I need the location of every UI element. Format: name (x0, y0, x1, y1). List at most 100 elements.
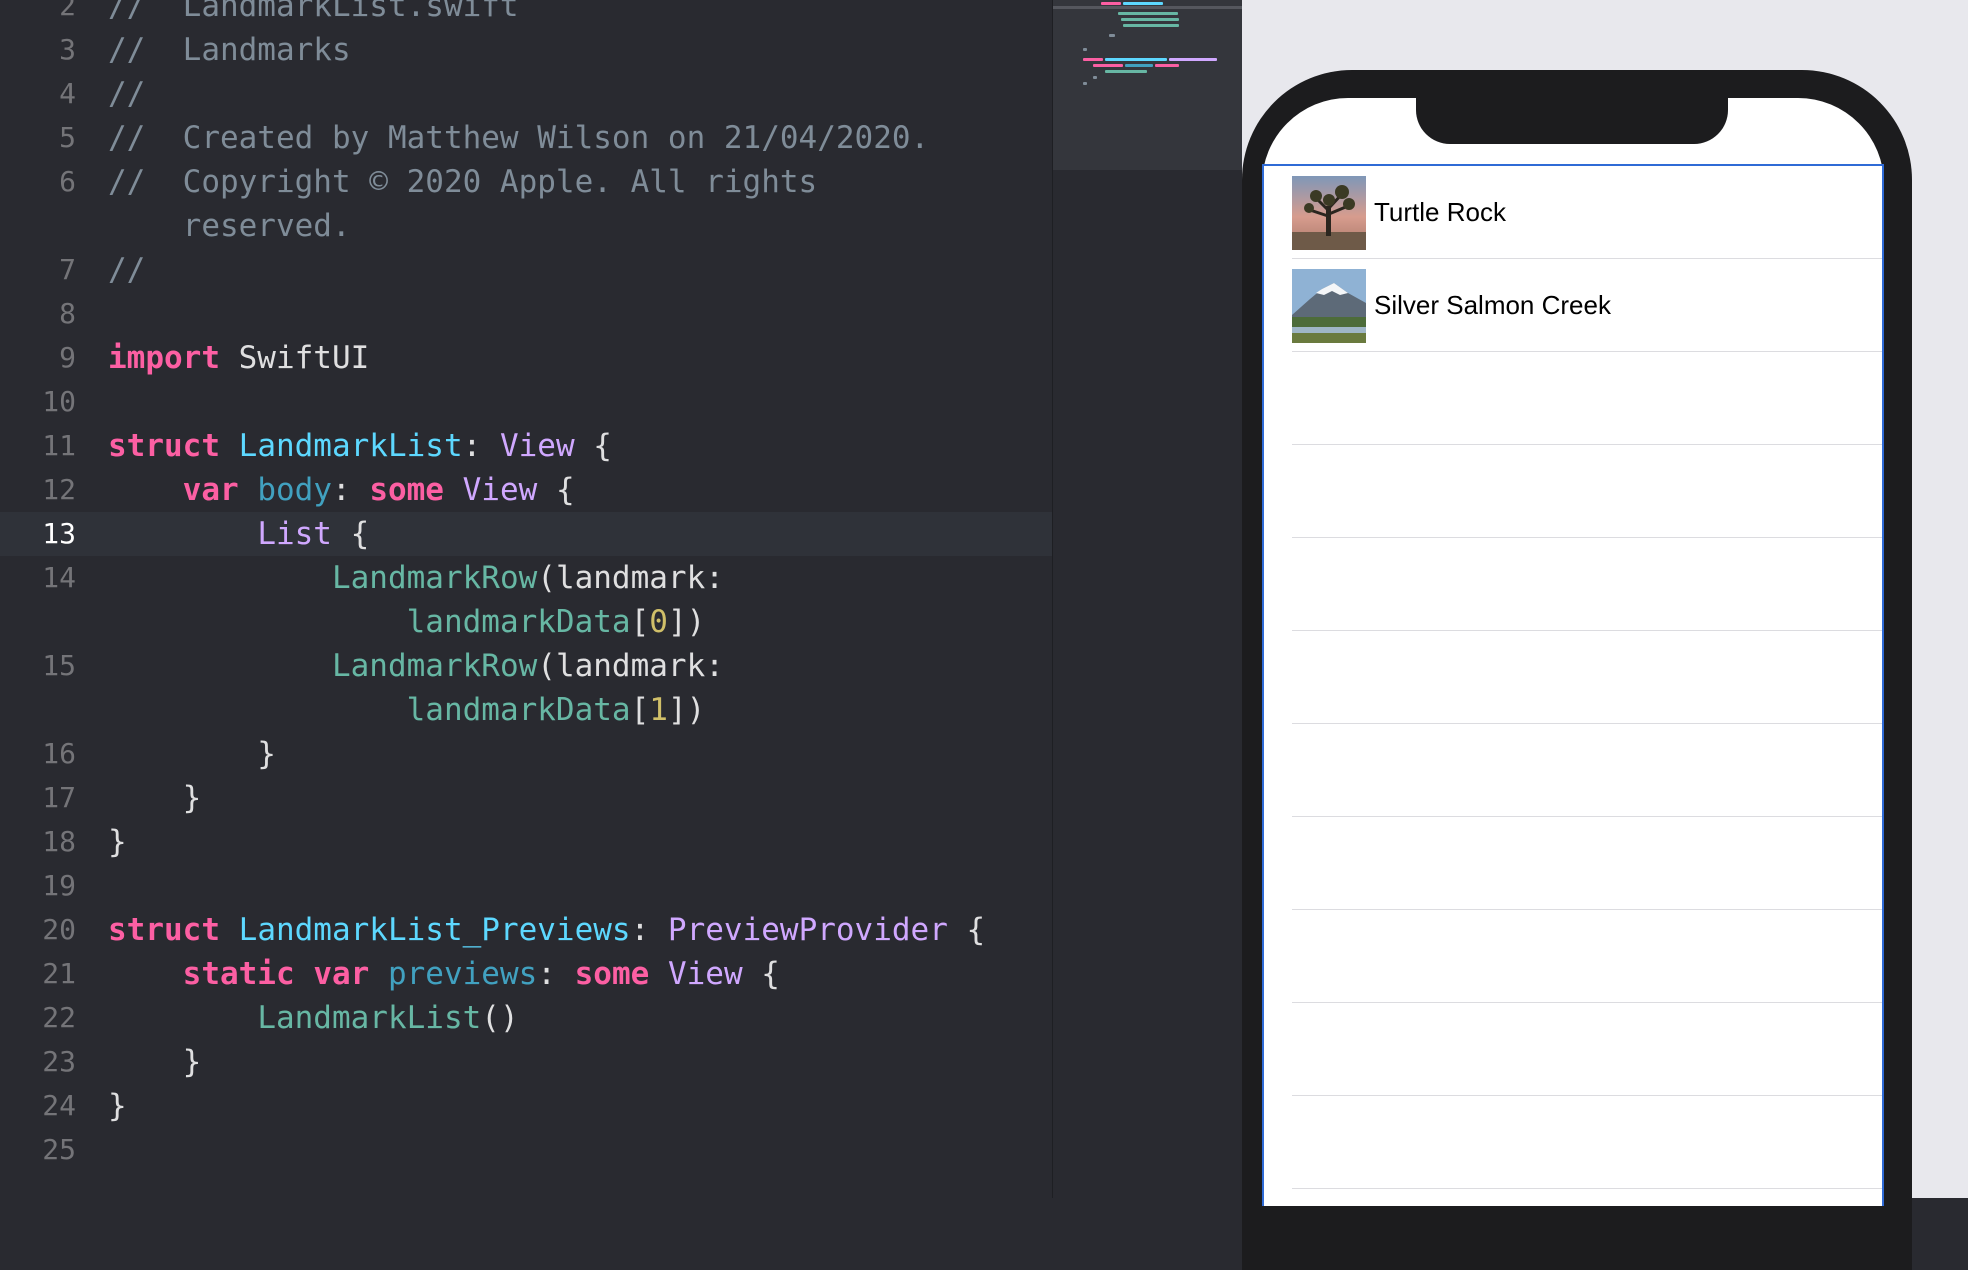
code-line[interactable]: 20 struct LandmarkList_Previews: PreviewP… (0, 908, 1052, 952)
code-token: some (369, 472, 444, 508)
code-line[interactable]: 5 // Created by Matthew Wilson on 21/04/2… (0, 116, 1052, 160)
code-token: LandmarkList (238, 428, 463, 464)
code-line[interactable]: 22 LandmarkList() (0, 996, 1052, 1040)
code-line[interactable]: 18} (0, 820, 1052, 864)
code-text: List { (108, 512, 369, 556)
line-number: 4 (59, 77, 76, 110)
code-token: } (108, 780, 202, 816)
minimap[interactable] (1052, 0, 1243, 1198)
code-line[interactable]: 7 // (0, 248, 1052, 292)
code-token: { (537, 472, 575, 508)
landmark-thumbnail-turtle-rock (1292, 176, 1366, 250)
line-number: 16 (42, 737, 76, 770)
line-number: 5 (59, 121, 76, 154)
line-number: 10 (42, 385, 76, 418)
code-token: landmarkData (406, 692, 631, 728)
code-line[interactable]: 15 LandmarkRow(landmark: (0, 644, 1052, 688)
line-number: 20 (42, 913, 76, 946)
code-token: [ (630, 692, 650, 728)
minimap-line (1105, 58, 1167, 61)
code-token: : (462, 428, 500, 464)
code-token: some (574, 956, 650, 992)
code-token: } (108, 1088, 127, 1124)
code-line[interactable]: 17 } (0, 776, 1052, 820)
minimap-line (1118, 12, 1178, 15)
line-number: 14 (42, 561, 76, 594)
code-token: } (108, 1044, 202, 1080)
code-editor[interactable]: 2 // LandmarkList.swift 3 // Landmarks 4 // 5 /… (0, 0, 1052, 1198)
landmark-row[interactable]: Silver Salmon Creek (1292, 259, 1882, 351)
code-line[interactable]: 3 // Landmarks (0, 28, 1052, 72)
code-token: View (499, 428, 575, 464)
code-line[interactable]: 10 (0, 380, 1052, 424)
code-text: // Landmarks (108, 28, 351, 72)
line-number: 15 (42, 649, 76, 682)
code-line[interactable]: 9 import SwiftUI (0, 336, 1052, 380)
code-token: List (257, 516, 332, 552)
code-token: body (257, 472, 332, 508)
line-number: 22 (42, 1001, 76, 1034)
code-token: { (947, 912, 986, 948)
line-number (0, 204, 76, 248)
minimap-line (1093, 76, 1097, 79)
code-text: struct LandmarkList: View { (108, 424, 612, 468)
line-number: 2 (59, 0, 76, 22)
code-line[interactable]: 12 var body: some View { (0, 468, 1052, 512)
code-text: LandmarkRow(landmark: (108, 644, 724, 688)
code-token: [ (630, 604, 650, 640)
code-token: // Copyright © 2020 Apple. All rights (108, 164, 818, 200)
line-number: 11 (42, 429, 76, 462)
minimap-line (1101, 2, 1121, 5)
code-token: var (313, 956, 370, 992)
code-token: // (108, 76, 146, 112)
code-text: // LandmarkList.swift (108, 0, 519, 28)
code-line[interactable]: 11 struct LandmarkList: View { (0, 424, 1052, 468)
row-separator (1292, 537, 1882, 538)
line-number: 23 (42, 1045, 76, 1078)
code-token: reserved. (108, 208, 351, 244)
code-token: 0 (649, 604, 668, 640)
code-line[interactable]: 23 } (0, 1040, 1052, 1084)
code-line[interactable]: reserved. (0, 204, 1052, 248)
code-line[interactable]: 8 (0, 292, 1052, 336)
code-text: // (108, 72, 145, 116)
code-line[interactable]: 16 } (0, 732, 1052, 776)
code-line[interactable]: 21 static var previews: some View { (0, 952, 1052, 996)
line-number: 25 (42, 1133, 76, 1166)
code-token: { (742, 956, 780, 992)
code-line[interactable]: 6 // Copyright © 2020 Apple. All rights (0, 160, 1052, 204)
code-line[interactable]: 25 (0, 1128, 1052, 1172)
code-token: } (108, 736, 276, 772)
minimap-line (1121, 18, 1179, 21)
code-line[interactable]: 14 LandmarkRow(landmark: (0, 556, 1052, 600)
code-text: reserved. (108, 204, 351, 248)
code-line[interactable]: 24} (0, 1084, 1052, 1128)
line-number: 6 (59, 165, 76, 198)
code-line[interactable]: 2 // LandmarkList.swift (0, 0, 1052, 28)
minimap-line (1123, 2, 1163, 5)
device-notch (1416, 90, 1728, 144)
minimap-line (1109, 34, 1115, 37)
code-line[interactable]: 4 // (0, 72, 1052, 116)
line-number: 3 (59, 33, 76, 66)
line-number: 24 (42, 1089, 76, 1122)
minimap-line (1125, 64, 1153, 67)
code-line[interactable]: 19 (0, 864, 1052, 908)
code-text: landmarkData[1]) (108, 688, 706, 732)
landmark-name: Silver Salmon Creek (1374, 290, 1611, 320)
code-line[interactable]: landmarkData[0]) (0, 600, 1052, 644)
current-code-line[interactable]: 13 List { (0, 512, 1052, 556)
code-token: View (667, 956, 743, 992)
code-line[interactable]: landmarkData[1]) (0, 688, 1052, 732)
code-token: : (331, 472, 370, 508)
code-text: LandmarkRow(landmark: (108, 556, 724, 600)
landmark-row[interactable]: Turtle Rock (1292, 166, 1882, 258)
